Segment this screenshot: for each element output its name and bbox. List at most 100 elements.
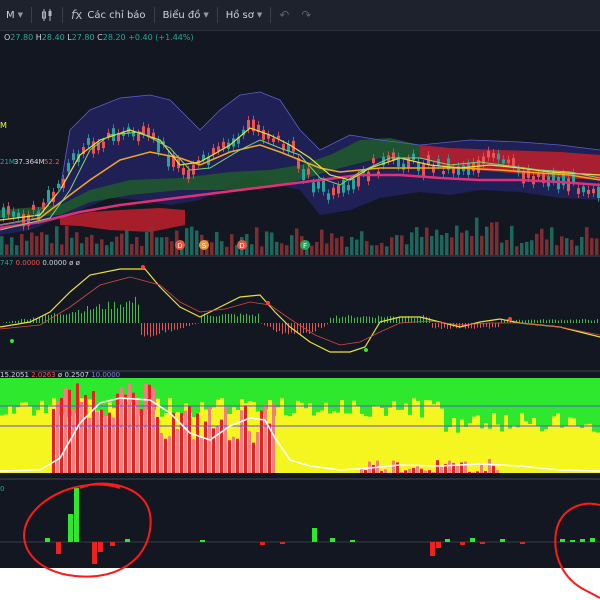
histogram-bar: [480, 542, 485, 544]
osc-green-column: [108, 378, 112, 403]
interval-selector[interactable]: M ▼: [0, 4, 29, 26]
macd-panel[interactable]: [0, 257, 600, 370]
histogram-label: 0: [0, 485, 5, 493]
osc-green-column: [376, 378, 380, 406]
signal-dot: [364, 348, 368, 352]
osc-green-column: [436, 378, 440, 402]
macd-legend: 747 0.0000 0.0000 ø ø: [0, 259, 80, 267]
volume-bar: [275, 241, 279, 255]
candle-style-button[interactable]: [34, 4, 60, 26]
osc-green-column: [556, 378, 560, 414]
chart-menu-button[interactable]: Biểu đồ ▼: [157, 4, 215, 26]
volume-bar: [495, 222, 499, 255]
macd-hist-bar: [180, 323, 181, 329]
volume-bar: [130, 244, 134, 255]
volume-bar: [395, 235, 399, 255]
macd-hist-bar: [342, 316, 343, 323]
price-chart: D S D F: [0, 91, 600, 255]
toolbar-divider: [153, 7, 155, 23]
osc-green-column: [176, 378, 180, 412]
price-panel[interactable]: D S D F: [0, 40, 600, 255]
oscillator-chart: [0, 378, 600, 473]
histogram-panel[interactable]: [0, 480, 600, 600]
osc-green-column: [428, 378, 432, 401]
volume-bar: [570, 239, 574, 255]
volume-bar: [585, 227, 589, 255]
osc-green-column: [240, 378, 244, 400]
osc-red-column: [424, 470, 427, 473]
macd-hist-bar: [543, 319, 544, 323]
osc-green-column: [28, 378, 32, 407]
histogram-bar: [330, 538, 335, 542]
macd-hist-bar: [591, 320, 592, 323]
histogram-bar: [470, 538, 475, 542]
volume-bar: [190, 226, 194, 255]
macd-value: 0.0000: [42, 259, 67, 267]
osc-green-column: [392, 378, 396, 402]
macd-hist-bar: [255, 316, 256, 323]
osc-green-column: [4, 378, 8, 415]
macd-hist-bar: [276, 323, 277, 332]
macd-hist-bar: [534, 319, 535, 323]
macd-hist-bar: [9, 321, 10, 323]
candle-body: [367, 171, 370, 182]
candle-body: [72, 153, 75, 161]
annotation-circle: [23, 482, 152, 578]
macd-hist-bar: [432, 323, 433, 328]
volume-bar: [105, 245, 109, 255]
macd-hist-bar: [240, 313, 241, 323]
osc-green-column: [44, 378, 48, 414]
osc-green-column: [292, 378, 296, 414]
osc-green-column: [324, 378, 328, 403]
osc-red-column: [420, 468, 423, 473]
osc-green-column: [596, 378, 600, 433]
macd-hist-bar: [321, 323, 322, 329]
osc-red-column: [92, 391, 95, 473]
candle-body: [302, 169, 305, 181]
volume-bar: [350, 237, 354, 255]
candle-body: [87, 138, 90, 145]
osc-legend: 15.2051 2.0263 ø 0.2507 10.0000: [0, 371, 120, 379]
event-marker-label: F: [303, 242, 307, 250]
volume-label-c: 52.2: [44, 158, 60, 166]
macd-hist-bar: [66, 314, 67, 323]
macd-hist-bar: [495, 323, 496, 328]
volume-bar: [110, 241, 114, 255]
macd-hist-bar: [129, 300, 130, 323]
macd-hist-bar: [138, 304, 139, 323]
redo-icon[interactable]: ↷: [295, 8, 317, 22]
volume-bar: [465, 230, 469, 255]
macd-hist-bar: [564, 320, 565, 323]
osc-green-column: [52, 378, 56, 399]
undo-icon[interactable]: ↶: [273, 8, 295, 22]
macd-hist-bar: [216, 316, 217, 323]
osc-red-column: [60, 397, 63, 473]
osc-red-column: [144, 383, 147, 473]
osc-red-column: [196, 413, 199, 473]
volume-bar: [100, 239, 104, 255]
osc-red-column: [408, 468, 411, 473]
macd-hist-bar: [435, 323, 436, 329]
profile-menu-button[interactable]: Hồ sơ ▼: [220, 4, 269, 26]
volume-bar: [330, 233, 334, 255]
osc-red-column: [256, 432, 259, 473]
osc-green-column: [372, 378, 376, 407]
volume-bar: [480, 235, 484, 255]
chevron-down-icon: ▼: [17, 11, 24, 19]
oscillator-panel[interactable]: [0, 378, 600, 473]
signal-dot: [10, 339, 14, 343]
osc-red-column: [468, 471, 471, 473]
volume-bar: [475, 217, 479, 255]
macd-hist-bar: [570, 319, 571, 323]
osc-red-column: [200, 437, 203, 473]
volume-bar: [220, 241, 224, 255]
osc-red-column: [244, 405, 247, 473]
osc-green-column: [504, 378, 508, 416]
volume-bar: [450, 237, 454, 255]
candle-body: [352, 179, 355, 190]
profile-menu-label: Hồ sơ: [225, 9, 254, 21]
candle-body: [522, 170, 525, 184]
candle-body: [307, 168, 310, 175]
macd-hist-bar: [282, 323, 283, 334]
indicators-button[interactable]: fx Các chỉ báo: [65, 4, 152, 26]
